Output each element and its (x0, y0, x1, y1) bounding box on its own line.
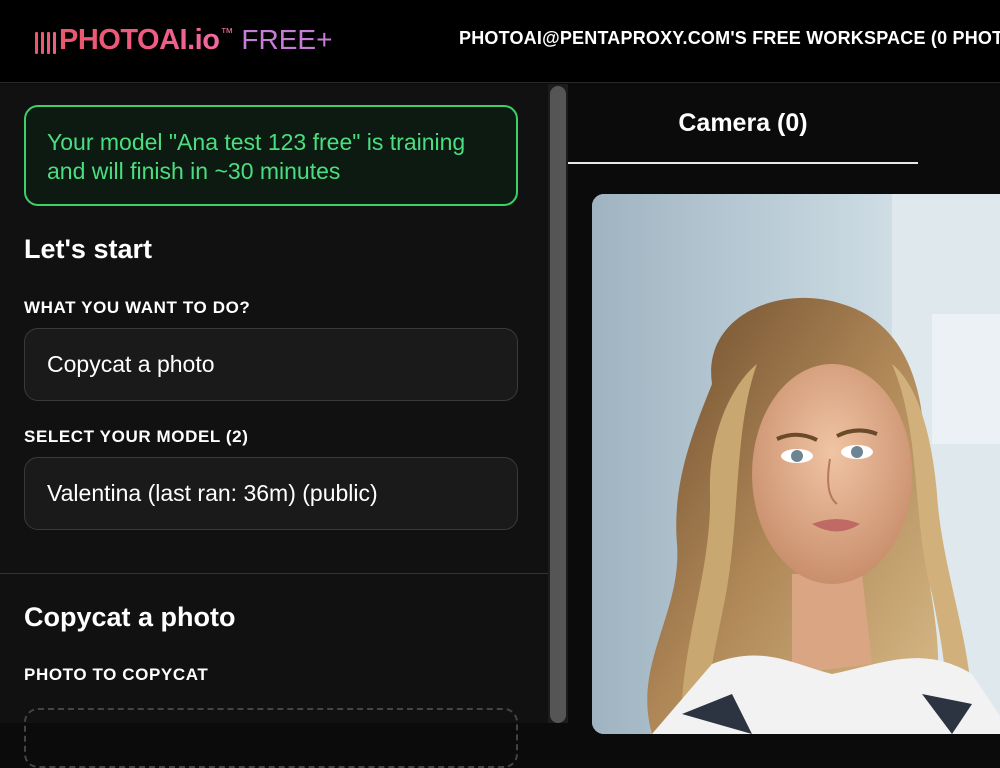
right-panel: Camera (0) (568, 84, 1000, 734)
logo[interactable]: PHOTOAI.io ™ FREE+ (35, 24, 332, 60)
portrait-photo (592, 194, 1000, 734)
top-bar: PHOTOAI.io ™ FREE+ PHOTOAI@PENTAPROXY.CO… (0, 0, 1000, 83)
plan-badge: FREE+ (241, 24, 333, 55)
section-divider (0, 573, 548, 574)
model-select-value: Valentina (last ran: 36m) (public) (47, 480, 378, 506)
training-alert: Your model "Ana test 123 free" is traini… (24, 105, 518, 206)
logo-trademark: ™ (220, 25, 234, 40)
logo-bars-icon (35, 30, 56, 54)
model-label: SELECT YOUR MODEL (2) (24, 427, 249, 446)
generated-photo[interactable] (592, 194, 1000, 734)
photo-dropzone[interactable] (24, 708, 518, 768)
action-select-value: Copycat a photo (47, 351, 215, 377)
tab-camera[interactable]: Camera (0) (568, 84, 918, 164)
scrollbar-thumb[interactable] (550, 86, 566, 723)
workspace-title[interactable]: PHOTOAI@PENTAPROXY.COM'S FREE WORKSPACE … (459, 28, 1000, 49)
action-select[interactable]: Copycat a photo (24, 328, 518, 401)
section-title-copycat: Copycat a photo (24, 602, 236, 632)
photo-to-copycat-label: PHOTO TO COPYCAT (24, 665, 209, 684)
action-label: WHAT YOU WANT TO DO? (24, 298, 251, 317)
model-select[interactable]: Valentina (last ran: 36m) (public) (24, 457, 518, 530)
section-title-start: Let's start (24, 234, 152, 264)
logo-brand: PHOTOAI.io (59, 24, 220, 56)
left-panel: Your model "Ana test 123 free" is traini… (0, 84, 548, 768)
